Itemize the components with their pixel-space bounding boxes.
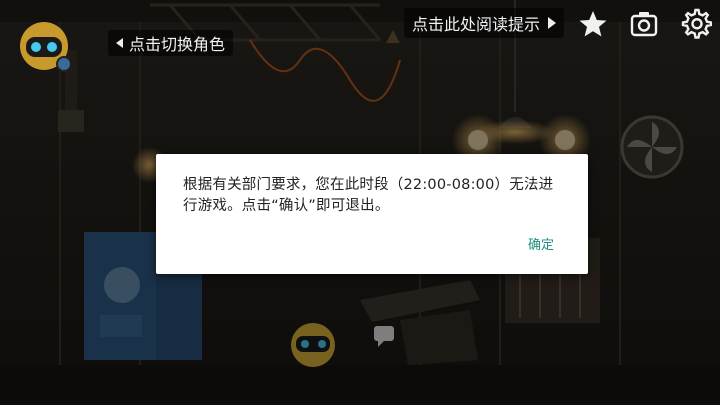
switch-character-label: 点击切换角色 (129, 35, 226, 54)
curfew-dialog: 根据有关部门要求，您在此时段（22:00-08:00）无法进行游戏。点击“确认”… (156, 154, 588, 274)
play-arrow-icon (548, 17, 557, 29)
reading-hint-button[interactable]: 点击此处阅读提示 (404, 8, 565, 38)
gear-icon[interactable] (680, 7, 712, 39)
switch-character-button[interactable]: 点击切换角色 (108, 30, 234, 56)
camera-icon[interactable] (629, 8, 659, 38)
reading-hint-label: 点击此处阅读提示 (412, 15, 541, 34)
chevron-left-icon (116, 38, 123, 48)
robot-avatar-icon[interactable] (18, 20, 70, 72)
dialog-message: 根据有关部门要求，您在此时段（22:00-08:00）无法进行游戏。点击“确认”… (183, 177, 554, 214)
star-icon[interactable] (578, 9, 608, 39)
confirm-button[interactable]: 确定 (528, 234, 554, 253)
